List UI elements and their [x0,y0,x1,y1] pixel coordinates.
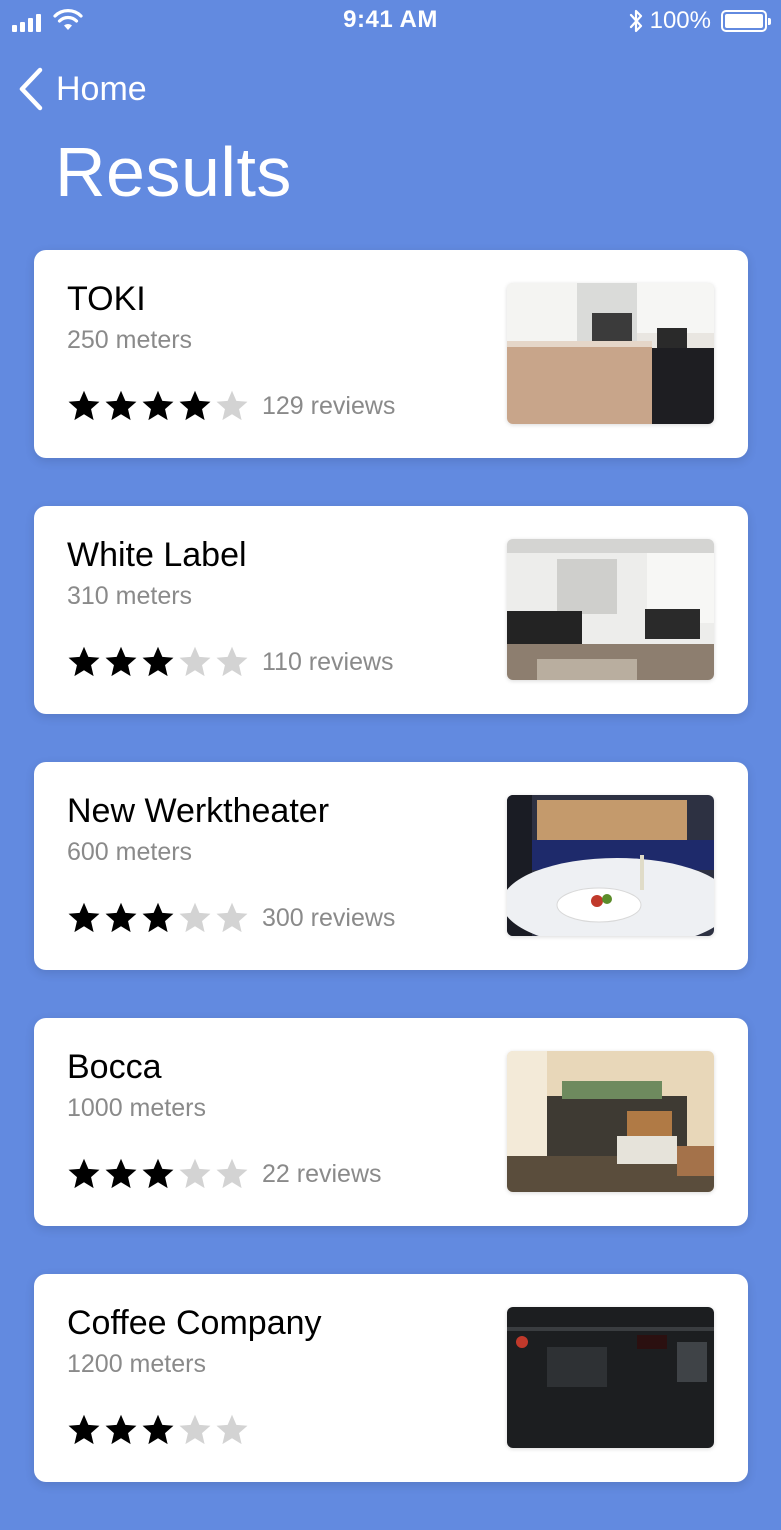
rating-row: 300 reviews [66,900,395,936]
star-filled-icon [105,390,137,421]
venue-distance: 1200 meters [67,1350,206,1378]
star-empty-icon [216,1414,248,1445]
star-empty-icon [179,1158,211,1189]
venue-distance: 1000 meters [67,1094,206,1122]
result-card[interactable]: Coffee Company 1200 meters [34,1274,748,1482]
star-filled-icon [105,646,137,677]
review-count: 300 reviews [262,903,396,932]
venue-photo [507,795,714,936]
star-empty-icon [216,902,248,933]
back-button[interactable]: Home [16,66,147,112]
venue-name: Coffee Company [67,1304,322,1342]
star-filled-icon [142,1158,174,1189]
star-empty-icon [216,390,248,421]
star-rating [66,388,250,424]
rating-row: 110 reviews [66,644,394,680]
star-empty-icon [179,902,211,933]
chevron-left-icon [19,67,43,111]
battery-percent: 100% [649,7,711,34]
venue-distance: 600 meters [67,838,193,866]
star-rating [66,644,250,680]
result-card[interactable]: New Werktheater 600 meters 300 reviews [34,762,748,970]
venue-distance: 250 meters [67,326,193,354]
venue-name: Bocca [67,1048,162,1086]
star-filled-icon [142,1414,174,1445]
star-filled-icon [142,646,174,677]
venue-distance: 310 meters [67,582,193,610]
status-bar: 9:41 AM 100% [0,0,781,44]
star-filled-icon [68,902,100,933]
venue-photo [507,283,714,424]
venue-photo [507,1307,714,1448]
status-right: 100% [628,7,771,35]
star-filled-icon [68,1158,100,1189]
star-rating [66,900,250,936]
star-filled-icon [68,1414,100,1445]
review-count: 22 reviews [262,1159,382,1188]
back-label: Home [56,69,147,108]
star-filled-icon [105,902,137,933]
rating-row: 22 reviews [66,1156,382,1192]
star-filled-icon [142,902,174,933]
result-card[interactable]: White Label 310 meters 110 reviews [34,506,748,714]
venue-name: New Werktheater [67,792,330,830]
star-empty-icon [179,1414,211,1445]
results-list: TOKI 250 meters 129 reviews White Label … [34,250,748,1530]
star-empty-icon [216,646,248,677]
result-card[interactable]: Bocca 1000 meters 22 reviews [34,1018,748,1226]
star-filled-icon [105,1158,137,1189]
bluetooth-icon [629,9,642,33]
review-count: 129 reviews [262,391,396,420]
rating-row [66,1412,262,1448]
battery-icon [721,10,771,32]
star-filled-icon [142,390,174,421]
result-card[interactable]: TOKI 250 meters 129 reviews [34,250,748,458]
star-empty-icon [179,646,211,677]
venue-photo [507,539,714,680]
star-rating [66,1156,250,1192]
star-empty-icon [216,1158,248,1189]
venue-name: TOKI [67,280,146,318]
star-filled-icon [68,646,100,677]
star-filled-icon [105,1414,137,1445]
review-count: 110 reviews [262,647,394,676]
venue-photo [507,1051,714,1192]
venue-name: White Label [67,536,247,574]
rating-row: 129 reviews [66,388,395,424]
star-filled-icon [68,390,100,421]
star-filled-icon [179,390,211,421]
star-rating [66,1412,250,1448]
page-title: Results [55,133,292,211]
